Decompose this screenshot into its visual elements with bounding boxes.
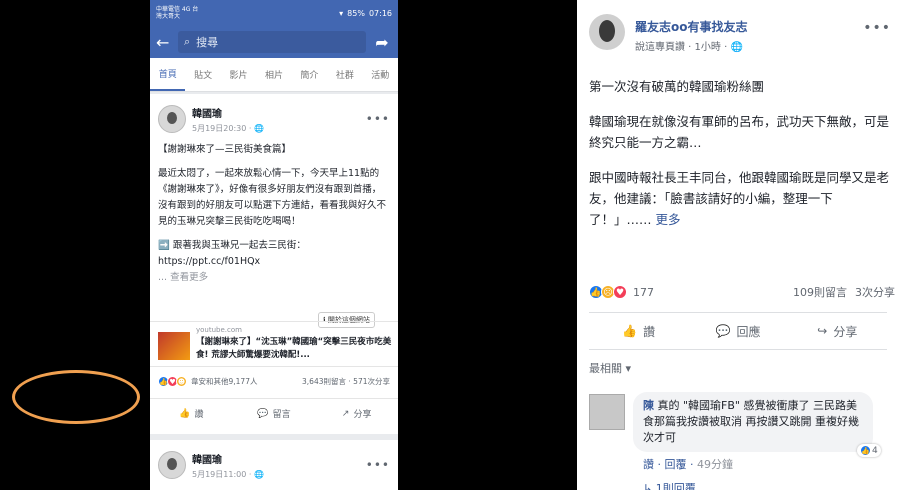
- link-domain: youtube.com: [196, 326, 242, 334]
- post-text: 最近太悶了，一起來放鬆心情一下，今天早上11點的《謝謝琳來了》，好像有很多好朋友…: [158, 168, 387, 227]
- search-icon: ⌕: [184, 35, 191, 48]
- share-icon: ↗: [341, 408, 350, 419]
- search-placeholder: 搜尋: [196, 36, 219, 49]
- comment-icon: 💬: [715, 324, 731, 338]
- like-button[interactable]: 👍 讚: [589, 313, 688, 349]
- tab-events[interactable]: 活動: [363, 58, 398, 91]
- comment-like-count: 4: [872, 445, 878, 456]
- comment-button[interactable]: 💬 回應: [688, 313, 787, 349]
- love-reaction-icon: ♥: [613, 285, 627, 299]
- comment-text: 真的 "韓國瑜FB" 感覺被衝康了 三民路美食那篇我按讚被取消 再按讚又跳開 重…: [643, 399, 859, 444]
- back-arrow-icon[interactable]: ←: [156, 33, 172, 52]
- globe-icon: 🌐: [253, 123, 264, 133]
- share-count[interactable]: 571次分享: [353, 377, 390, 386]
- comment-time[interactable]: 49分鐘: [697, 458, 733, 471]
- see-more-link[interactable]: ... 查看更多: [158, 270, 390, 286]
- search-input[interactable]: ⌕ 搜尋: [178, 31, 366, 53]
- post-header: 羅友志oo有事找友志 說這專頁讚 · 1小時 · 🌐 •••: [589, 14, 895, 66]
- page-tabs: 首頁 貼文 影片 相片 簡介 社群 活動: [150, 58, 398, 92]
- post-stats: 👍 ♥ ☻ 韋安和其他9,177人 3,643則留言 · 571次分享: [158, 376, 390, 387]
- post-paragraph: 第一次沒有破萬的韓國瑜粉絲團: [589, 79, 765, 94]
- globe-icon: 🌐: [253, 469, 264, 479]
- post-time[interactable]: 5月19日20:30 ·: [192, 124, 254, 133]
- highlight-circle: [12, 370, 140, 424]
- post-body: 【謝謝琳來了—三民街美食篇】 最近太悶了，一起來放鬆心情一下，今天早上11點的《…: [150, 136, 398, 286]
- post-time[interactable]: 5月19日11:00 ·: [192, 470, 254, 479]
- post-link[interactable]: https://ppt.cc/f01HQx: [158, 254, 390, 270]
- avatar[interactable]: [589, 394, 625, 430]
- post-meta[interactable]: 說這專頁讚 · 1小時 ·: [635, 42, 730, 53]
- carrier-label: 中華電信 4G 台灣大哥大: [156, 6, 199, 20]
- comment-like-link[interactable]: 讚: [643, 458, 654, 471]
- globe-icon: 🌐: [730, 42, 743, 53]
- post-paragraph: 跟中國時報社長王丰同台，他跟韓國瑜既是同學又是老友，他建議：「臉書該請好的小編，…: [589, 170, 890, 227]
- comment-bubble: 陳 真的 "韓國瑜FB" 感覺被衝康了 三民路美食那篇我按讚被取消 再按讚又跳開…: [633, 392, 873, 452]
- more-options-icon[interactable]: •••: [366, 112, 390, 126]
- feed-post: 韓國瑜 5月19日11:00 · 🌐 •••: [150, 440, 398, 490]
- link-preview-card[interactable]: youtube.com 【謝謝琳來了】“沈玉琳”韓國瑜“突擊三民夜市吃美食! 荒…: [150, 321, 398, 367]
- reactions-text[interactable]: 韋安和其他9,177人: [191, 376, 257, 387]
- avatar[interactable]: [589, 14, 625, 50]
- post-author[interactable]: 韓國瑜: [192, 105, 264, 120]
- comment-reply-link[interactable]: 回覆: [665, 458, 687, 471]
- comment-actions: 讚 · 回覆 · 49分鐘: [643, 458, 733, 471]
- comment-sort-dropdown[interactable]: 最相關 ▾: [589, 360, 631, 376]
- comment-button[interactable]: 💬 留言: [233, 399, 316, 428]
- wifi-icon: ▾: [339, 8, 344, 18]
- post-actions: 👍 讚 💬 回應 ↪ 分享: [589, 312, 887, 350]
- comment-author[interactable]: 陳: [643, 399, 654, 412]
- post-paragraph: 韓國瑜現在就像沒有軍師的呂布，武功天下無敵，可是終究只能一方之霸…: [589, 114, 890, 150]
- comment-count[interactable]: 3,643則留言: [302, 377, 346, 386]
- post-author[interactable]: 羅友志oo有事找友志: [635, 18, 748, 35]
- share-button[interactable]: ↪ 分享: [788, 313, 887, 349]
- tab-videos[interactable]: 影片: [221, 58, 256, 91]
- view-replies-link[interactable]: ↳ 1則回覆: [643, 480, 696, 490]
- link-title: 【謝謝琳來了】“沈玉琳”韓國瑜“突擊三民夜市吃美食! 荒謬大師驚爆要沈韓配!..…: [196, 337, 392, 360]
- battery-label: 85%: [347, 8, 365, 18]
- avatar[interactable]: [158, 105, 186, 133]
- comment-icon: 💬: [257, 408, 269, 419]
- post-stats: 👍 ☹ ♥ 177 109則留言 3次分享: [589, 284, 895, 300]
- link-thumbnail: [158, 332, 190, 360]
- thumbs-up-icon: 👍: [622, 324, 638, 338]
- like-button[interactable]: 👍 讚: [150, 399, 233, 428]
- feed-post: 韓國瑜 5月19日20:30 · 🌐 ••• 【謝謝琳來了—三民街美食篇】 最近…: [150, 94, 398, 434]
- tab-posts[interactable]: 貼文: [185, 58, 220, 91]
- status-bar: 中華電信 4G 台灣大哥大 ▾ 85% 07:16: [150, 0, 398, 26]
- share-arrow-icon[interactable]: ➦: [372, 33, 392, 52]
- avatar[interactable]: [158, 451, 186, 479]
- share-button[interactable]: ↗ 分享: [315, 399, 398, 428]
- tab-community[interactable]: 社群: [327, 58, 362, 91]
- haha-reaction-icon: ☻: [176, 376, 187, 387]
- reaction-count[interactable]: 177: [633, 286, 654, 299]
- post-title: 【謝謝琳來了—三民街美食篇】: [158, 144, 292, 155]
- share-icon: ↪: [817, 324, 828, 338]
- tab-photos[interactable]: 相片: [256, 58, 291, 91]
- post-follow-text: ➡️ 跟著我與玉琳兄一起去三民街：: [158, 240, 306, 251]
- thumbs-up-icon: 👍: [179, 408, 191, 419]
- comment-count[interactable]: 109則留言: [793, 284, 847, 300]
- tab-about[interactable]: 簡介: [292, 58, 327, 91]
- post-actions: 👍 讚 💬 留言 ↗ 分享: [150, 398, 398, 428]
- clock-label: 07:16: [368, 8, 392, 18]
- more-options-icon[interactable]: •••: [863, 20, 891, 36]
- share-count[interactable]: 3次分享: [855, 284, 895, 300]
- desktop-post: 羅友志oo有事找友志 說這專頁讚 · 1小時 · 🌐 ••• 第一次沒有破萬的韓…: [577, 0, 900, 490]
- comment-reactions[interactable]: 👍 4: [857, 444, 881, 457]
- like-reaction-icon: 👍: [860, 445, 871, 456]
- post-author[interactable]: 韓國瑜: [192, 451, 264, 466]
- tab-home[interactable]: 首頁: [150, 58, 186, 91]
- see-more-link[interactable]: 更多: [655, 212, 680, 227]
- search-bar: ← ⌕ 搜尋 ➦: [150, 26, 398, 58]
- more-options-icon[interactable]: •••: [366, 458, 390, 472]
- phone-screenshot: 中華電信 4G 台灣大哥大 ▾ 85% 07:16 ← ⌕ 搜尋 ➦ 首頁 貼文…: [150, 0, 398, 490]
- post-body: 第一次沒有破萬的韓國瑜粉絲團 韓國瑜現在就像沒有軍師的呂布，武功天下無敵，可是終…: [589, 76, 891, 244]
